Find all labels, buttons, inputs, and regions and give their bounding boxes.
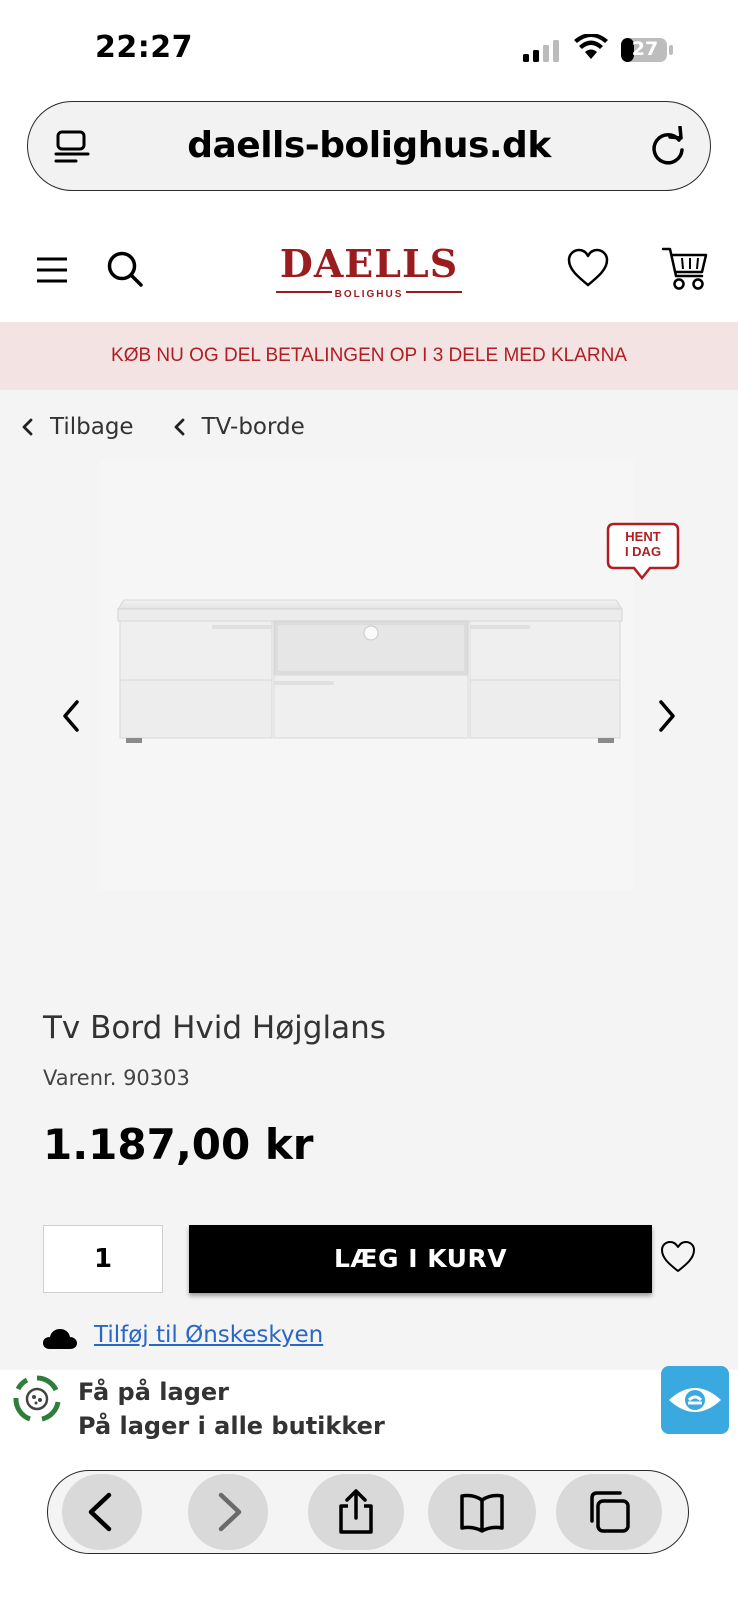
battery-level: 27 — [631, 38, 659, 60]
chevron-left-icon — [88, 1492, 112, 1532]
chevron-left-icon[interactable] — [60, 698, 82, 734]
share-icon — [339, 1489, 373, 1534]
chevron-left-icon — [174, 418, 184, 436]
category-link[interactable]: TV-borde — [172, 414, 305, 440]
add-to-cart-button[interactable]: LÆG I KURV — [189, 1225, 652, 1293]
stock-icon — [13, 1375, 61, 1422]
logo-sub-text: BOLIGHUS — [334, 289, 404, 300]
back-button[interactable] — [62, 1474, 142, 1550]
site-header: DAELLS BOLIGHUS — [0, 222, 738, 322]
heart-icon[interactable] — [660, 1240, 696, 1274]
back-link[interactable]: Tilbage — [20, 414, 134, 440]
search-icon[interactable] — [106, 250, 144, 288]
reload-icon[interactable] — [648, 126, 688, 168]
tabs-button[interactable] — [556, 1474, 662, 1550]
breadcrumb: Tilbage TV-borde — [20, 410, 343, 444]
battery-icon: 27 — [620, 37, 674, 63]
bookmarks-button[interactable] — [428, 1474, 536, 1550]
status-time: 22:27 — [95, 30, 193, 65]
quantity-input[interactable]: 1 — [43, 1225, 163, 1293]
stock-panel: Få på lager På lager i alle butikker — [0, 1370, 738, 1444]
browser-toolbar — [0, 1444, 738, 1600]
toolbar-pill — [47, 1470, 689, 1554]
hamburger-icon[interactable] — [36, 256, 68, 284]
site-logo[interactable]: DAELLS BOLIGHUS — [274, 244, 464, 308]
product-title: Tv Bord Hvid Højglans — [43, 1010, 386, 1046]
stock-subtitle: På lager i alle butikker — [78, 1412, 385, 1440]
wishlist-link[interactable]: Tilføj til Ønskeskyen — [94, 1322, 323, 1348]
signal-icon — [523, 40, 559, 62]
product-sku: Varenr. 90303 — [43, 1066, 190, 1090]
pickup-today-badge: HENT I DAG — [606, 522, 680, 584]
accessibility-widget[interactable] — [661, 1366, 729, 1434]
stock-title: Få på lager — [78, 1378, 229, 1406]
promo-banner[interactable]: KØB NU OG DEL BETALINGEN OP I 3 DELE MED… — [0, 322, 738, 390]
forward-button[interactable] — [188, 1474, 268, 1550]
eye-icon — [669, 1388, 721, 1412]
chevron-left-icon — [22, 418, 33, 436]
product-page: Tilbage TV-borde HENT I DAG Tv Bord Hvid… — [0, 390, 738, 1444]
tabs-icon — [590, 1491, 630, 1533]
category-link-label: TV-borde — [201, 414, 305, 440]
wifi-icon — [574, 34, 608, 59]
address-bar[interactable]: daells-bolighus.dk — [27, 101, 711, 191]
promo-text: KØB NU OG DEL BETALINGEN OP I 3 DELE MED… — [111, 345, 627, 366]
cloud-icon — [43, 1329, 77, 1349]
chevron-right-icon — [218, 1492, 242, 1532]
chevron-right-icon[interactable] — [656, 698, 678, 734]
share-button[interactable] — [308, 1474, 404, 1550]
logo-main-text: DAELLS — [279, 241, 459, 286]
product-gallery[interactable]: HENT I DAG — [100, 460, 680, 890]
badge-line1: HENT — [625, 529, 661, 544]
bookmarks-icon — [460, 1493, 504, 1533]
heart-icon[interactable] — [567, 248, 609, 288]
product-price: 1.187,00 kr — [43, 1120, 314, 1169]
badge-line2: I DAG — [624, 544, 662, 559]
cart-icon[interactable] — [662, 246, 708, 292]
product-image — [112, 599, 626, 765]
url-text[interactable]: daells-bolighus.dk — [28, 125, 710, 166]
back-link-label: Tilbage — [50, 414, 134, 440]
status-bar: 22:27 27 — [0, 0, 738, 96]
